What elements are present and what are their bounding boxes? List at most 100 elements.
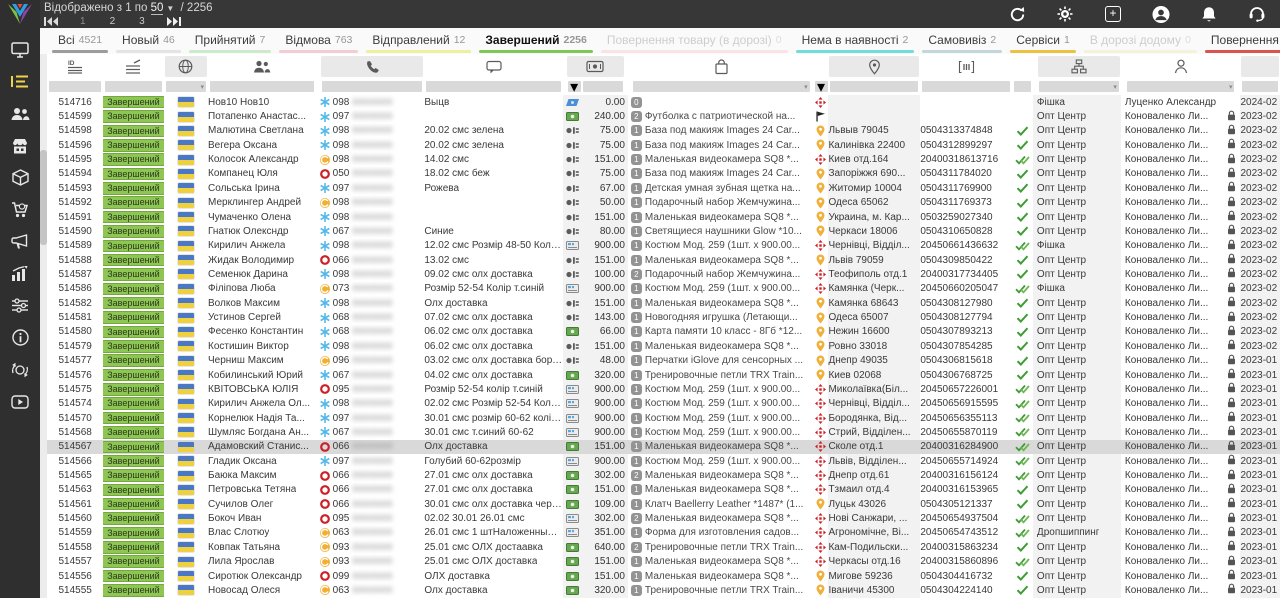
orders-icon[interactable] <box>9 72 31 91</box>
delivery-type-filter[interactable]: ▾ <box>815 81 828 92</box>
campaigns-icon[interactable] <box>9 232 31 251</box>
order-row-514590[interactable]: 514590ЗавершенийГнатюк Олексндр067000000… <box>47 224 1280 238</box>
column-header-country[interactable] <box>164 56 208 77</box>
order-row-514592[interactable]: 514592ЗавершенийМерклингер Андрей0980000… <box>47 196 1280 210</box>
purchases-icon[interactable] <box>9 200 31 219</box>
tab-7[interactable]: Повернення товару (в дорозі)0 <box>597 28 792 54</box>
order-row-514560[interactable]: 514560ЗавершенийБокоч Иван095000000002.0… <box>47 511 1280 525</box>
info-icon[interactable] <box>9 328 31 347</box>
date-filter-input[interactable] <box>1242 81 1278 92</box>
order-row-514589[interactable]: 514589ЗавершенийКирилич Анжела0980000000… <box>47 239 1280 253</box>
order-row-514582[interactable]: 514582ЗавершенийВолков Максим0980000000О… <box>47 296 1280 310</box>
order-row-514593[interactable]: 514593ЗавершенийСольська Ірина0970000000… <box>47 181 1280 195</box>
order-row-514557[interactable]: 514557ЗавершенийЛила Ярослав093000000025… <box>47 555 1280 569</box>
order-row-514586[interactable]: 514586ЗавершенийФіліпова Люба0730000000Р… <box>47 282 1280 296</box>
skip-to-first-button[interactable] <box>44 17 58 26</box>
check-filter-input[interactable] <box>1014 81 1031 92</box>
refresh-icon[interactable] <box>1008 5 1026 23</box>
products-filter-input[interactable]: ▾ <box>633 81 810 92</box>
column-header-client[interactable] <box>208 56 316 77</box>
products-icon[interactable] <box>9 168 31 187</box>
column-header-ttn[interactable] <box>920 56 1012 77</box>
column-header-payment[interactable] <box>563 56 628 77</box>
column-header-products[interactable] <box>628 56 812 77</box>
tab-6[interactable]: Завершений2256 <box>475 28 596 54</box>
page-button-2[interactable]: 2 <box>110 16 116 27</box>
order-row-514558[interactable]: 514558ЗавершенийКовпак Татьяна0930000000… <box>47 540 1280 554</box>
column-header-comment[interactable] <box>424 56 562 77</box>
comment-filter-input[interactable] <box>426 81 560 92</box>
order-row-514596[interactable]: 514596ЗавершенийВегера Оксана09800000002… <box>47 138 1280 152</box>
order-row-514563[interactable]: 514563ЗавершенийПетровська Тетяна0660000… <box>47 483 1280 497</box>
dashboard-icon[interactable] <box>9 40 31 59</box>
integrations-icon[interactable] <box>9 360 31 379</box>
tab-9[interactable]: Самовивіз2 <box>918 28 1006 54</box>
payment-type-filter[interactable]: ▾ <box>568 81 581 92</box>
column-header-id[interactable]: ID <box>47 56 103 77</box>
ttn-filter-input[interactable] <box>922 81 1010 92</box>
location-filter-input[interactable] <box>830 81 918 92</box>
settings-sliders-icon[interactable] <box>9 296 31 315</box>
order-row-514580[interactable]: 514580ЗавершенийФесенко Константин068000… <box>47 325 1280 339</box>
add-order-icon[interactable]: + <box>1104 5 1122 23</box>
tab-12[interactable]: Повернення (завершений)125 <box>1201 28 1280 54</box>
tab-1[interactable]: Всі4521 <box>48 28 112 54</box>
id-filter-input[interactable] <box>49 81 101 92</box>
tab-3[interactable]: Прийнятий7 <box>185 28 276 54</box>
order-row-514577[interactable]: 514577ЗавершенийЧерниш Максим09600000000… <box>47 353 1280 367</box>
vertical-scrollbar[interactable] <box>40 52 47 598</box>
notifications-icon[interactable] <box>1200 5 1218 23</box>
gear-icon[interactable] <box>1056 5 1074 23</box>
vertical-scrollbar-thumb[interactable] <box>40 150 47 245</box>
order-row-514595[interactable]: 514595ЗавершенийКолосок Александр0980000… <box>47 152 1280 166</box>
page-size-dropdown[interactable]: 50 <box>151 2 164 15</box>
tab-8[interactable]: Нема в наявності2 <box>792 28 919 54</box>
support-icon[interactable] <box>1248 5 1266 23</box>
order-row-514581[interactable]: 514581ЗавершенийУстинов Сергей0680000000… <box>47 310 1280 324</box>
order-row-514579[interactable]: 514579ЗавершенийКостишин Виктор098000000… <box>47 339 1280 353</box>
clients-icon[interactable] <box>9 104 31 123</box>
order-row-514566[interactable]: 514566ЗавершенийГладик Оксана0970000000Г… <box>47 454 1280 468</box>
page-button-1[interactable]: 1 <box>80 16 86 27</box>
operator-filter-input[interactable]: ▾ <box>1127 81 1235 92</box>
order-row-514574[interactable]: 514574ЗавершенийКирилич Анжела Ол...0980… <box>47 397 1280 411</box>
column-header-delivery[interactable] <box>812 56 829 77</box>
order-row-514559[interactable]: 514559ЗавершенийВлас Слотюу063000000026.… <box>47 526 1280 540</box>
order-row-514587[interactable]: 514587ЗавершенийСеменюк Дарина0980000000… <box>47 267 1280 281</box>
status-filter-input[interactable] <box>105 81 161 92</box>
order-row-514599[interactable]: 514599ЗавершенийПотапенко Анастас...0970… <box>47 109 1280 123</box>
order-row-514716[interactable]: 514716ЗавершенийНов10 Нов100980000000Выц… <box>47 95 1280 109</box>
order-row-514576[interactable]: 514576ЗавершенийКобилинський Юрий0670000… <box>47 368 1280 382</box>
order-row-514598[interactable]: 514598ЗавершенийМалютина Светлана0980000… <box>47 124 1280 138</box>
manager-filter-input[interactable]: ▾ <box>1039 81 1119 92</box>
price-filter-input[interactable] <box>583 81 623 92</box>
phone-filter-input[interactable] <box>322 81 423 92</box>
order-row-514594[interactable]: 514594ЗавершенийКомпанец Юля050000000018… <box>47 167 1280 181</box>
store-icon[interactable] <box>9 136 31 155</box>
column-header-date[interactable] <box>1240 56 1280 77</box>
column-header-manager[interactable] <box>1033 56 1121 77</box>
order-row-514575[interactable]: 514575ЗавершенийКВІТОВСЬКА ЮЛІЯ095000000… <box>47 382 1280 396</box>
app-logo[interactable] <box>7 3 33 25</box>
order-row-514556[interactable]: 514556ЗавершенийСиротюк Олександр0990000… <box>47 569 1280 583</box>
column-header-phone[interactable] <box>316 56 425 77</box>
statistics-icon[interactable] <box>9 264 31 283</box>
order-row-514555[interactable]: 514555ЗавершенийНовосад Олеся0630000000О… <box>47 583 1280 597</box>
country-filter-input[interactable]: ▾ <box>166 81 206 92</box>
order-row-514567[interactable]: 514567ЗавершенийАдамовский Станис...0660… <box>47 440 1280 454</box>
order-row-514561[interactable]: 514561ЗавершенийСучилов Олег066000000030… <box>47 497 1280 511</box>
tab-4[interactable]: Відмова763 <box>275 28 362 54</box>
column-header-status[interactable] <box>103 56 163 77</box>
column-header-location[interactable] <box>828 56 920 77</box>
tab-11[interactable]: В дорозі додому0 <box>1080 28 1201 54</box>
tab-2[interactable]: Новый46 <box>112 28 185 54</box>
page-button-3[interactable]: 3 <box>139 16 145 27</box>
account-icon[interactable] <box>1152 5 1170 23</box>
order-row-514591[interactable]: 514591ЗавершенийЧумаченко Олена098000000… <box>47 210 1280 224</box>
tab-10[interactable]: Сервіси1 <box>1006 28 1080 54</box>
client-filter-input[interactable] <box>210 81 314 92</box>
order-row-514570[interactable]: 514570ЗавершенийКорнелюк Надія Та...0970… <box>47 411 1280 425</box>
skip-to-last-button[interactable] <box>167 17 181 26</box>
video-help-icon[interactable] <box>9 392 31 411</box>
tab-5[interactable]: Відправлений12 <box>362 28 475 54</box>
